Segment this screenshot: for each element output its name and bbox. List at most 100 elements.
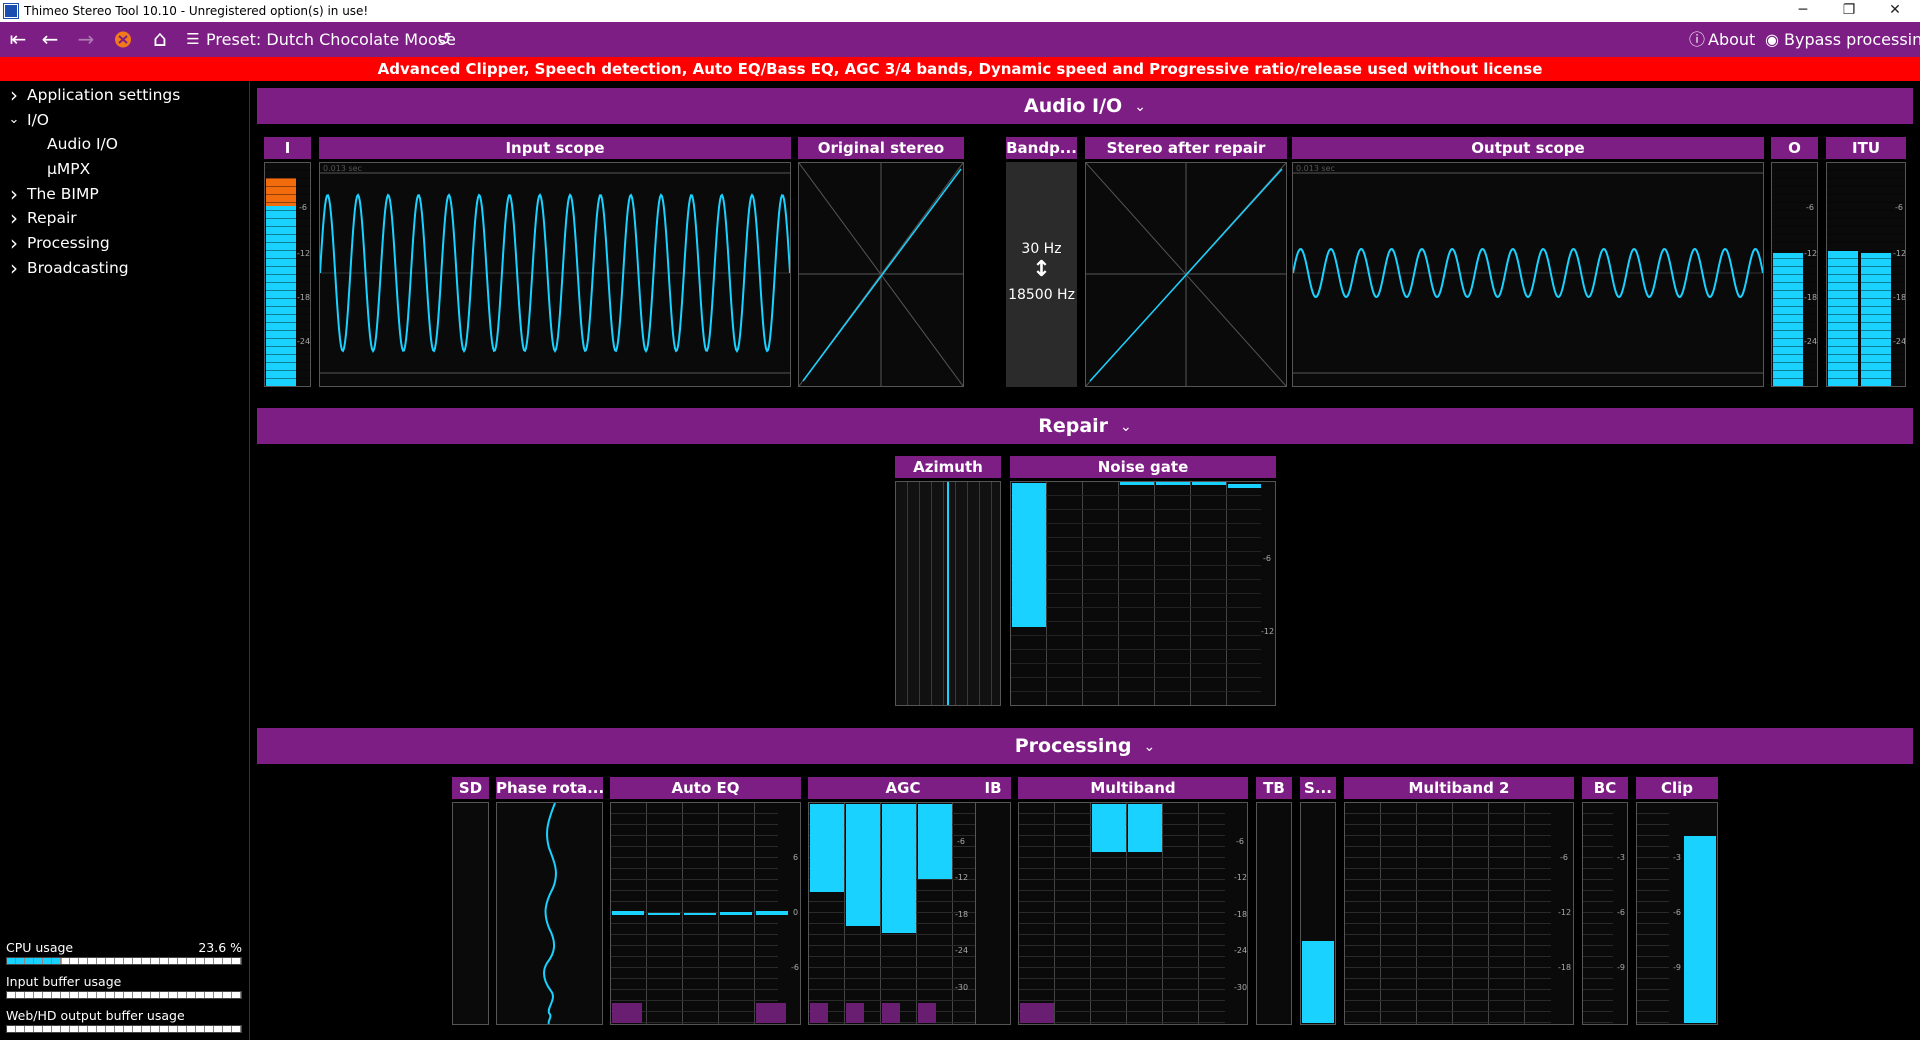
tick-label: -6 [1673, 908, 1681, 917]
section-processing[interactable]: Processing ⌄ [257, 728, 1913, 764]
input-buffer-label: Input buffer usage [6, 974, 122, 989]
tick-label: -6 [299, 203, 307, 212]
sidebar-item[interactable]: › The BIMP [0, 182, 250, 207]
restore-button[interactable]: ❐ [1826, 0, 1872, 22]
preset-label[interactable]: Preset: Dutch Chocolate Moose [206, 22, 456, 57]
ib-title: IB [975, 777, 1011, 799]
sd-meter [452, 802, 489, 1025]
section-repair-title: Repair [1038, 415, 1109, 437]
output-scope: 0.013 sec [1292, 162, 1764, 387]
bc-panel: BC -3 -6 -9 [1582, 777, 1628, 1025]
chevron-right-icon: › [10, 231, 18, 256]
forward-arrow-icon[interactable]: → [74, 22, 98, 57]
sd-panel: SD [452, 777, 489, 1025]
ib-panel: IB [975, 777, 1011, 1025]
phase-rotator-title: Phase rota... [496, 777, 603, 799]
home-icon[interactable]: ⌂ [148, 22, 172, 57]
section-processing-title: Processing [1014, 735, 1132, 757]
output-meter: -6 -12 -18 -24 [1771, 162, 1818, 387]
bypass-icon: ◉ [1765, 30, 1779, 49]
section-audio-io[interactable]: Audio I/O ⌄ [257, 88, 1913, 124]
output-meter-panel: O -6 -12 -18 -24 [1771, 137, 1818, 387]
output-meter-title: O [1771, 137, 1818, 159]
tick-label: -6 [1236, 837, 1244, 846]
multiband-2-title: Multiband 2 [1344, 777, 1574, 799]
bc-meter: -3 -6 -9 [1582, 802, 1628, 1025]
tb-title: TB [1256, 777, 1292, 799]
sidebar-item[interactable]: › Processing [0, 231, 250, 256]
original-stereo-scope [798, 162, 964, 387]
tick-label: 0 [793, 908, 799, 917]
logo-icon[interactable] [114, 22, 134, 57]
auto-eq-panel: Auto EQ 6 0 -6 [610, 777, 801, 1025]
minimize-button[interactable]: ─ [1780, 0, 1826, 22]
navigation-tree: › Application settings ⌄ I/O Audio I/O µMPX › T… [0, 83, 250, 281]
agc-meter: -6 -12 -18 -24 -30 [808, 802, 998, 1025]
sidebar-item[interactable]: Audio I/O [0, 132, 250, 157]
original-stereo-title: Original stereo [798, 137, 964, 159]
close-button[interactable]: ✕ [1872, 0, 1918, 22]
tb-meter [1256, 802, 1292, 1025]
about-button[interactable]: About [1708, 22, 1755, 57]
tick-label: -18 [1558, 963, 1572, 972]
tick-label: -9 [1673, 963, 1681, 972]
input-scope-panel: Input scope 0.013 sec [319, 137, 791, 387]
tick-label: -9 [1617, 963, 1625, 972]
output-buffer-bar [6, 1025, 242, 1033]
bypass-processing-button[interactable]: Bypass processing [1784, 22, 1920, 57]
input-scope-title: Input scope [319, 137, 791, 159]
sidebar-item[interactable]: ⌄ I/O [0, 108, 250, 133]
sidebar-item[interactable]: › Repair [0, 206, 250, 231]
multiband-2-meter: -6 -12 -18 [1344, 802, 1574, 1025]
tick-label: -12 [1558, 908, 1572, 917]
tick-label: 6 [793, 853, 799, 862]
tick-label: -3 [1617, 853, 1625, 862]
output-scope-panel: Output scope 0.013 sec [1292, 137, 1764, 387]
tick-label: -12 [1234, 873, 1248, 882]
tick-label: -6 [1617, 908, 1625, 917]
clip-title: Clip [1636, 777, 1718, 799]
window-title: Thimeo Stereo Tool 10.10 - Unregistered … [24, 4, 369, 18]
multiband-2-panel: Multiband 2 -6 -12 -18 [1344, 777, 1574, 1025]
tick-label: -18 [1234, 910, 1248, 919]
sidebar-item-label: µMPX [47, 160, 91, 179]
input-buffer-bar [6, 991, 242, 999]
section-repair[interactable]: Repair ⌄ [257, 408, 1913, 444]
tick-label: -6 [957, 837, 965, 846]
reload-preset-icon[interactable]: ↺ [434, 22, 454, 57]
stereo-after-repair-panel: Stereo after repair [1085, 137, 1287, 387]
window-titlebar: Thimeo Stereo Tool 10.10 - Unregistered … [0, 0, 1920, 22]
preset-list-icon[interactable]: ☰ [184, 22, 202, 57]
auto-eq-title: Auto EQ [610, 777, 801, 799]
auto-eq-meter: 6 0 -6 [610, 802, 801, 1025]
output-buffer-label: Web/HD output buffer usage [6, 1008, 185, 1023]
back-arrow-icon[interactable]: ← [38, 22, 62, 57]
tick-label: -18 [1804, 293, 1818, 302]
input-meter: -6 -12 -18 -24 [264, 162, 311, 387]
phase-rotator-panel: Phase rota... [496, 777, 603, 1025]
azimuth-meter [895, 481, 1001, 706]
sidebar-item[interactable]: µMPX [0, 157, 250, 182]
tb-panel: TB [1256, 777, 1292, 1025]
chevron-right-icon: › [10, 206, 18, 231]
app-icon [4, 4, 18, 18]
bandpass-high: 18500 Hz [1008, 287, 1075, 303]
cpu-usage: CPU usage 23.6 % [6, 940, 242, 970]
clip-meter: -3 -6 -9 [1636, 802, 1718, 1025]
tick-label: -12 [297, 249, 311, 258]
first-page-icon[interactable]: ⇤ [6, 22, 30, 57]
bandpass-low: 30 Hz [1021, 241, 1062, 257]
sidebar-item[interactable]: › Application settings [0, 83, 250, 108]
sidebar-item-label: Processing [27, 234, 110, 253]
tick-label: -18 [955, 910, 969, 919]
stereo-after-repair-title: Stereo after repair [1085, 137, 1287, 159]
stereo-after-repair-scope [1085, 162, 1287, 387]
input-meter-title: I [264, 137, 311, 159]
ib-meter [975, 802, 1011, 1025]
sidebar-item-label: Repair [27, 209, 77, 228]
sidebar-item[interactable]: › Broadcasting [0, 256, 250, 281]
bc-title: BC [1582, 777, 1628, 799]
chevron-down-icon: ⌄ [1134, 99, 1146, 115]
clip-panel: Clip -3 -6 -9 [1636, 777, 1718, 1025]
bandpass-body[interactable]: 30 Hz ↕ 18500 Hz [1006, 162, 1077, 387]
